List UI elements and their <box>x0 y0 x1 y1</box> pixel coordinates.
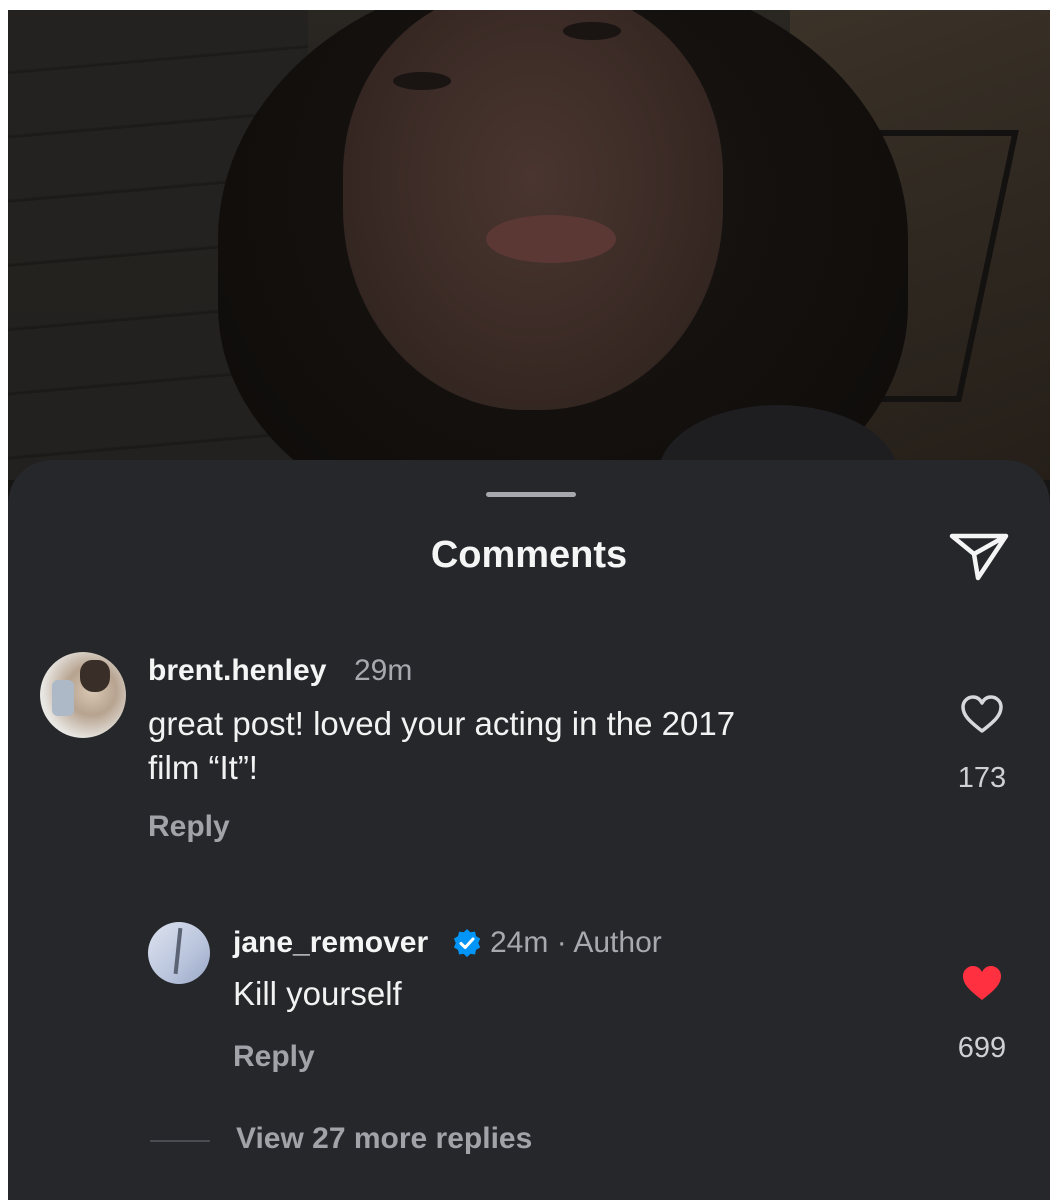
divider <box>150 1140 210 1142</box>
comment-timestamp: 24m · Author <box>490 926 662 959</box>
view-more-replies-button[interactable]: View 27 more replies <box>236 1122 532 1156</box>
comment-text: Kill yourself <box>233 975 402 1012</box>
reply-button[interactable]: Reply <box>233 1040 315 1074</box>
comment-username[interactable]: brent.henley <box>148 654 326 688</box>
sheet-title: Comments <box>430 534 628 576</box>
heart-outline-icon[interactable] <box>959 693 1005 735</box>
post-photo <box>8 10 1050 530</box>
verified-badge-icon <box>453 928 481 958</box>
comment-timestamp: 29m <box>354 654 413 687</box>
like-count: 699 <box>957 1032 1007 1064</box>
like-count: 173 <box>957 762 1007 794</box>
comment-text-line-1: great post! loved your acting in the 201… <box>148 705 736 742</box>
comments-sheet: Comments brent.henley 29m great post! lo… <box>8 460 1050 1200</box>
sheet-grabber-handle[interactable] <box>486 492 576 497</box>
avatar[interactable] <box>148 922 210 984</box>
avatar[interactable] <box>40 652 126 738</box>
comment-username[interactable]: jane_remover <box>233 926 428 960</box>
comment-text-line-2: film “It”! <box>148 749 258 786</box>
send-icon[interactable] <box>948 528 1010 584</box>
heart-filled-icon[interactable] <box>959 962 1005 1004</box>
reply-button[interactable]: Reply <box>148 810 230 844</box>
